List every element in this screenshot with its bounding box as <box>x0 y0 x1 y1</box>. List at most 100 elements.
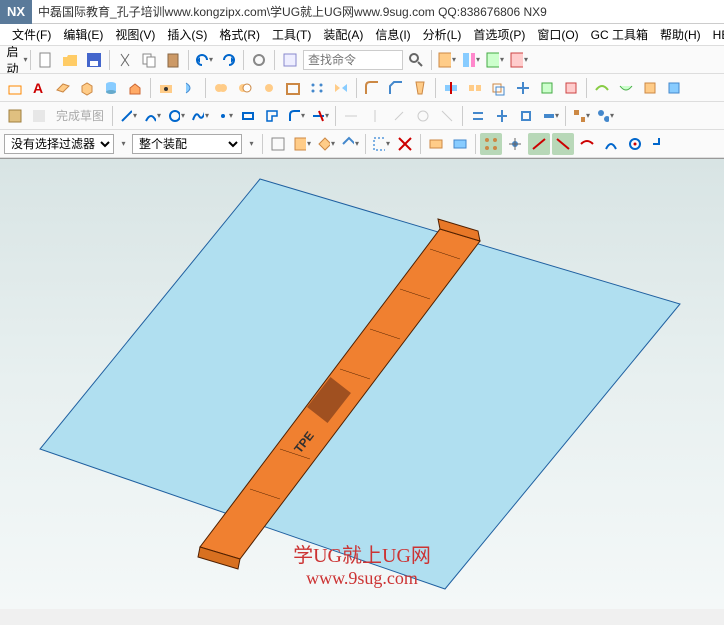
direct-sketch-icon[interactable] <box>28 105 50 127</box>
rect-tool-icon[interactable] <box>237 105 259 127</box>
con3-icon[interactable] <box>515 105 537 127</box>
pattern-icon[interactable] <box>306 77 328 99</box>
disp2-icon[interactable] <box>449 133 471 155</box>
trim-icon[interactable] <box>440 77 462 99</box>
menu-hb[interactable]: HB_I <box>707 26 724 44</box>
chamfer-icon[interactable] <box>385 77 407 99</box>
menu-file[interactable]: 文件(F) <box>6 24 57 45</box>
unite-icon[interactable] <box>210 77 232 99</box>
hole-icon[interactable] <box>155 77 177 99</box>
layout1-button[interactable] <box>436 49 458 71</box>
snap8-icon[interactable] <box>648 133 670 155</box>
undo-button[interactable] <box>193 49 215 71</box>
sketch-icon[interactable] <box>4 77 26 99</box>
split-icon[interactable] <box>464 77 486 99</box>
snap4-icon[interactable] <box>552 133 574 155</box>
menu-info[interactable]: 信息(I) <box>369 24 416 45</box>
open-button[interactable] <box>59 49 81 71</box>
menu-analysis[interactable]: 分析(L) <box>417 24 468 45</box>
subtract-icon[interactable] <box>234 77 256 99</box>
cut-button[interactable] <box>114 49 136 71</box>
snap3-icon[interactable] <box>528 133 550 155</box>
selection-filter-dropdown[interactable]: 没有选择过滤器 <box>4 134 114 154</box>
sketch-env-icon[interactable] <box>4 105 26 127</box>
con1-icon[interactable] <box>467 105 489 127</box>
sel6-icon[interactable] <box>394 133 416 155</box>
sel1-icon[interactable] <box>267 133 289 155</box>
save-button[interactable] <box>83 49 105 71</box>
spline-tool-icon[interactable] <box>189 105 211 127</box>
sel5-icon[interactable] <box>370 133 392 155</box>
sel4-icon[interactable] <box>339 133 361 155</box>
menu-assembly[interactable]: 装配(A) <box>317 24 369 45</box>
menu-view[interactable]: 视图(V) <box>109 24 161 45</box>
search-button[interactable] <box>405 49 427 71</box>
repeat-button[interactable] <box>248 49 270 71</box>
scope-mode-icon[interactable] <box>244 133 258 155</box>
dim1-icon[interactable] <box>340 105 362 127</box>
redo-button[interactable] <box>217 49 239 71</box>
text-icon[interactable]: A <box>28 77 50 99</box>
disp1-icon[interactable] <box>425 133 447 155</box>
layout3-button[interactable] <box>484 49 506 71</box>
move-icon[interactable] <box>512 77 534 99</box>
surf1-icon[interactable] <box>591 77 613 99</box>
snap5-icon[interactable] <box>576 133 598 155</box>
sel2-icon[interactable] <box>291 133 313 155</box>
datum-plane-icon[interactable] <box>52 77 74 99</box>
menu-help[interactable]: 帮助(H) <box>654 24 707 45</box>
mirror-icon[interactable] <box>330 77 352 99</box>
dim2-icon[interactable] <box>364 105 386 127</box>
dim5-icon[interactable] <box>436 105 458 127</box>
line-tool-icon[interactable] <box>117 105 139 127</box>
shell-icon[interactable] <box>282 77 304 99</box>
command-search-input[interactable] <box>303 50 403 70</box>
menu-window[interactable]: 窗口(O) <box>531 24 584 45</box>
draft-icon[interactable] <box>409 77 431 99</box>
extrude-icon[interactable] <box>124 77 146 99</box>
point-tool-icon[interactable] <box>213 105 235 127</box>
proj1-icon[interactable] <box>570 105 592 127</box>
block-icon[interactable] <box>76 77 98 99</box>
snap6-icon[interactable] <box>600 133 622 155</box>
arc-tool-icon[interactable] <box>141 105 163 127</box>
fillet-tool-icon[interactable] <box>285 105 307 127</box>
assembly-scope-dropdown[interactable]: 整个装配 <box>132 134 242 154</box>
offset-icon[interactable] <box>488 77 510 99</box>
circle-tool-icon[interactable] <box>165 105 187 127</box>
layout2-button[interactable] <box>460 49 482 71</box>
viewport-3d[interactable]: TPE 学UG就上UG网 www.9sug.com <box>0 158 724 609</box>
snap1-icon[interactable] <box>480 133 502 155</box>
snap2-icon[interactable] <box>504 133 526 155</box>
delete-face-icon[interactable] <box>560 77 582 99</box>
snap7-icon[interactable] <box>624 133 646 155</box>
proj2-icon[interactable] <box>594 105 616 127</box>
menu-edit[interactable]: 编辑(E) <box>57 24 109 45</box>
profile-tool-icon[interactable] <box>261 105 283 127</box>
con2-icon[interactable] <box>491 105 513 127</box>
cylinder-icon[interactable] <box>100 77 122 99</box>
intersect-icon[interactable] <box>258 77 280 99</box>
edge-blend-icon[interactable] <box>361 77 383 99</box>
menu-gctools[interactable]: GC 工具箱 <box>585 24 654 45</box>
start-button[interactable]: 启动 <box>4 49 26 71</box>
new-button[interactable] <box>35 49 57 71</box>
replace-icon[interactable] <box>536 77 558 99</box>
copy-button[interactable] <box>138 49 160 71</box>
sel3-icon[interactable] <box>315 133 337 155</box>
surf3-icon[interactable] <box>639 77 661 99</box>
menu-format[interactable]: 格式(R) <box>213 24 266 45</box>
surf2-icon[interactable] <box>615 77 637 99</box>
con4-icon[interactable] <box>539 105 561 127</box>
paste-button[interactable] <box>162 49 184 71</box>
revolve-icon[interactable] <box>179 77 201 99</box>
dim3-icon[interactable] <box>388 105 410 127</box>
trim-tool-icon[interactable] <box>309 105 331 127</box>
menu-insert[interactable]: 插入(S) <box>161 24 213 45</box>
menu-preferences[interactable]: 首选项(P) <box>467 24 531 45</box>
layout4-button[interactable] <box>508 49 530 71</box>
touch-mode-button[interactable] <box>279 49 301 71</box>
menu-tools[interactable]: 工具(T) <box>266 24 317 45</box>
surf4-icon[interactable] <box>663 77 685 99</box>
dim4-icon[interactable] <box>412 105 434 127</box>
